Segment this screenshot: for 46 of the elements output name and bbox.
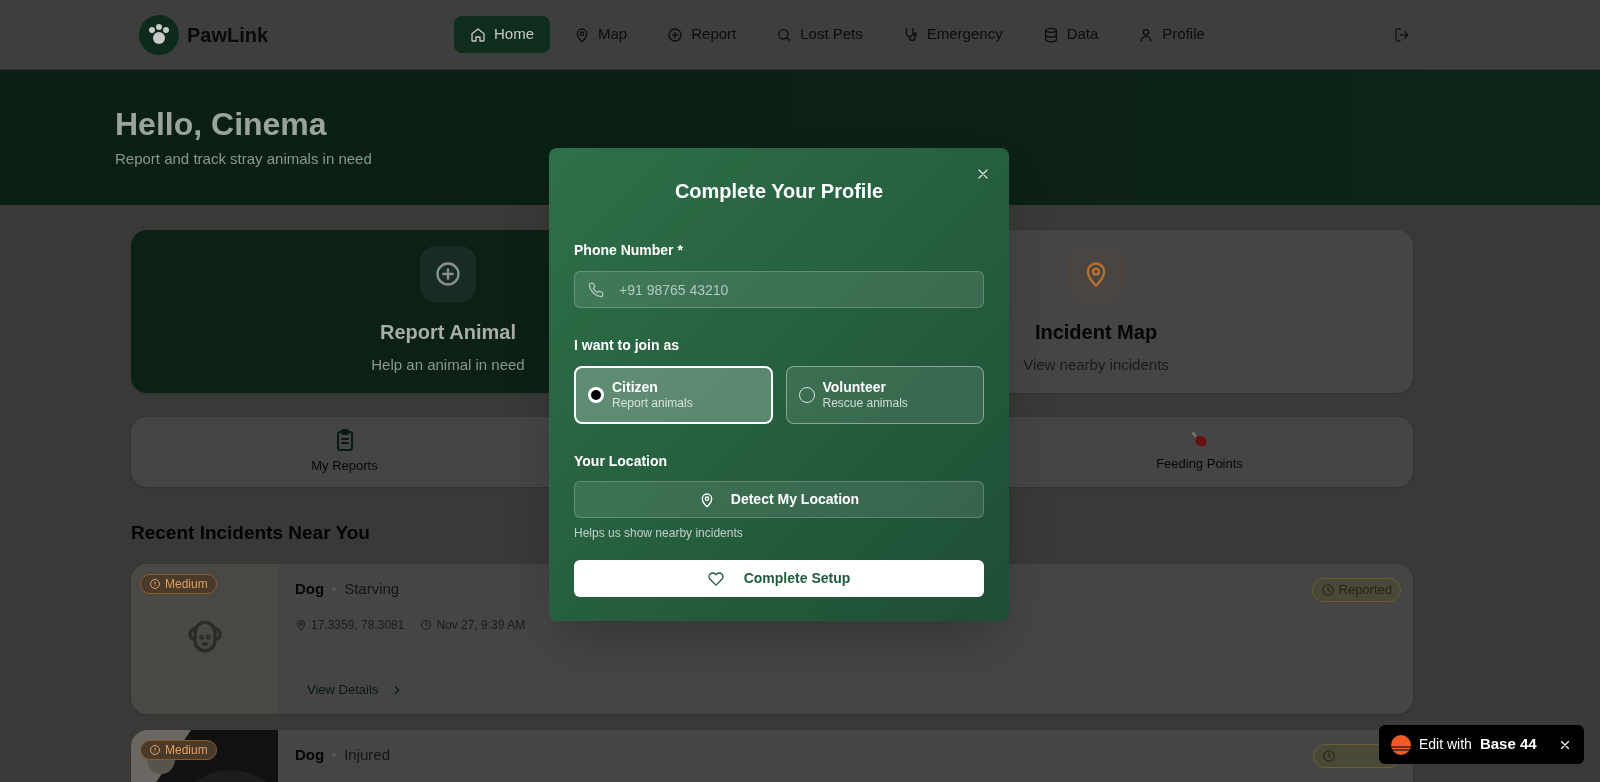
role-title: Citizen	[612, 378, 659, 397]
search-icon	[776, 26, 793, 43]
severity-badge: Medium	[140, 573, 217, 594]
quick-link[interactable]: My Reports	[131, 417, 558, 487]
animal-type: Dog	[295, 744, 325, 765]
heart-icon	[707, 570, 724, 587]
role-option[interactable]: Volunteer Rescue animals	[785, 366, 984, 424]
clock-icon	[1320, 582, 1335, 597]
complete-setup-button[interactable]: Complete Setup	[574, 560, 984, 597]
phone-icon	[588, 282, 604, 298]
field-label: I want to join as	[574, 336, 679, 355]
role-subtitle: Rescue animals	[822, 396, 908, 412]
action-card[interactable]: Report Animal Help an animal in need	[131, 230, 549, 393]
detect-location-button[interactable]: Detect My Location	[574, 481, 984, 518]
sun-logo-icon	[1391, 734, 1411, 755]
greeting-subtitle: Report and track stray animals in need	[115, 149, 372, 169]
role-option[interactable]: Citizen Report animals	[574, 366, 773, 424]
role-subtitle: Report animals	[612, 396, 693, 412]
quick-link[interactable]: Feeding Points	[986, 417, 1413, 487]
alert-icon	[149, 743, 161, 756]
paw-logo-icon	[139, 14, 179, 55]
plus-circle-icon	[434, 260, 462, 289]
plus-circle-icon	[667, 26, 684, 43]
card-title: Report Animal	[380, 320, 516, 346]
home-icon	[470, 26, 486, 43]
role-title: Volunteer	[822, 378, 888, 397]
field-label: Phone Number *	[574, 241, 683, 260]
clock-icon	[420, 619, 433, 631]
card-title: Incident Map	[1034, 320, 1158, 346]
card-subtitle: Help an animal in need	[371, 355, 525, 376]
map-pin-icon	[574, 26, 590, 43]
view-details-link[interactable]: View Details	[307, 680, 405, 700]
toast-text: Edit with	[1419, 735, 1472, 754]
database-icon	[1042, 26, 1059, 43]
animal-type: Dog	[295, 578, 325, 599]
field-label: Your Location	[574, 452, 668, 471]
edit-toast[interactable]: Edit with Base 44	[1379, 725, 1584, 764]
dialog-title: Complete Your Profile	[673, 179, 885, 204]
nav-tab[interactable]: Home	[454, 16, 550, 53]
toast-brand: Base 44	[1479, 734, 1537, 755]
location-hint: Helps us show nearby incidents	[574, 525, 743, 542]
radio-button[interactable]	[588, 387, 604, 403]
map-pin-icon	[295, 619, 307, 631]
greeting-title: Hello, Cinema	[115, 105, 327, 144]
clock-icon	[1322, 748, 1336, 763]
alert-icon	[149, 577, 161, 590]
